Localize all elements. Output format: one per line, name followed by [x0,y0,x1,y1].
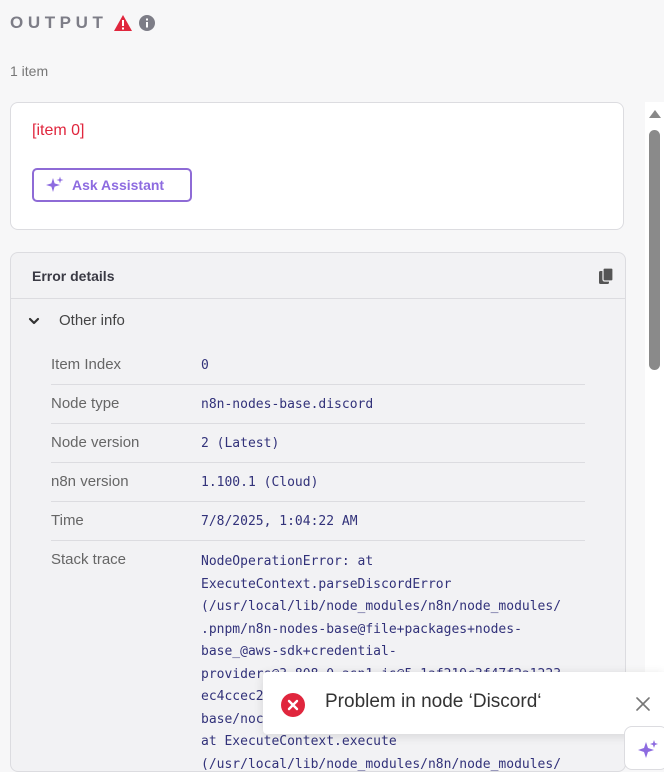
error-x-circle-icon [281,693,305,717]
other-info-toggle[interactable]: Other info [27,312,125,329]
assistant-fab-button[interactable] [624,726,664,770]
other-info-label: Other info [59,312,125,329]
output-title: OUTPUT [10,13,108,32]
copy-icon[interactable] [599,268,613,284]
item-card: [item 0] Ask Assistant [10,102,624,230]
row-divider [51,462,585,463]
item-label: [item 0] [32,122,85,139]
scrollbar[interactable] [645,102,664,758]
row-value: 2 (Latest) [201,436,280,451]
warning-triangle-icon[interactable] [113,14,133,32]
toast-message: Problem in node ‘Discord‘ [325,691,542,712]
row-divider [51,423,585,424]
output-header: OUTPUT [10,11,156,35]
row-divider [51,501,585,502]
row-label: Item Index [51,356,122,373]
row-value: 0 [201,358,209,373]
item-count: 1 item [10,63,49,79]
row-value: n8n-nodes-base.discord [201,397,374,412]
row-label: Node type [51,395,120,412]
scrollbar-thumb[interactable] [649,130,660,370]
info-circle-icon[interactable] [139,15,156,31]
row-value: 1.100.1 (Cloud) [201,475,319,490]
chevron-down-icon [28,317,40,324]
ask-assistant-label: Ask Assistant [72,177,165,193]
divider [11,298,625,299]
row-divider [51,540,585,541]
row-label: Stack trace [51,551,127,568]
sparkle-icon [46,176,64,192]
row-label: Time [51,512,84,529]
error-details-title: Error details [32,268,115,284]
close-icon[interactable] [636,697,650,711]
row-label: Node version [51,434,140,451]
ask-assistant-button[interactable]: Ask Assistant [32,168,192,202]
scroll-up-arrow-icon[interactable] [649,110,661,118]
stack-trace-value: NodeOperationError: at ExecuteContext.pa… [201,554,562,772]
row-divider [51,384,585,385]
row-label: n8n version [51,473,129,490]
error-toast: Problem in node ‘Discord‘ [263,672,664,734]
row-value: 7/8/2025, 1:04:22 AM [201,514,358,529]
